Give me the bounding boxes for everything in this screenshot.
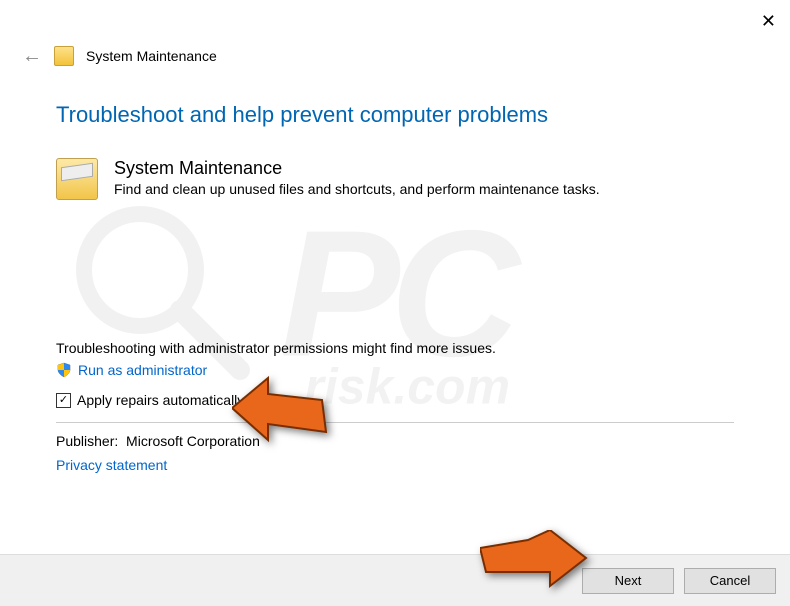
privacy-statement-link[interactable]: Privacy statement [56, 457, 734, 473]
run-as-administrator-link[interactable]: Run as administrator [78, 362, 207, 378]
admin-hint: Troubleshooting with administrator permi… [56, 340, 734, 356]
item-description: Find and clean up unused files and short… [114, 181, 600, 197]
close-icon[interactable]: ✕ [761, 11, 776, 32]
apply-repairs-label: Apply repairs automatically [77, 392, 244, 408]
publisher-line: Publisher: Microsoft Corporation [56, 433, 734, 449]
page-heading: Troubleshoot and help prevent computer p… [56, 102, 734, 128]
button-bar: Next Cancel [0, 554, 790, 606]
troubleshooter-item: System Maintenance Find and clean up unu… [56, 158, 734, 200]
titlebar: ✕ [0, 0, 790, 42]
cancel-button[interactable]: Cancel [684, 568, 776, 594]
system-maintenance-icon [56, 158, 98, 200]
run-as-admin-row: Run as administrator [56, 362, 734, 378]
apply-repairs-checkbox[interactable]: ✓ [56, 393, 71, 408]
uac-shield-icon [56, 362, 72, 378]
content-area: Troubleshoot and help prevent computer p… [0, 80, 790, 483]
back-arrow-icon[interactable]: ← [22, 46, 42, 66]
divider [56, 422, 734, 423]
header-row: ← System Maintenance [0, 42, 790, 80]
window-title: System Maintenance [86, 48, 217, 64]
system-maintenance-icon-small [54, 46, 74, 66]
item-title: System Maintenance [114, 158, 600, 179]
next-button[interactable]: Next [582, 568, 674, 594]
apply-repairs-row: ✓ Apply repairs automatically [56, 392, 734, 408]
